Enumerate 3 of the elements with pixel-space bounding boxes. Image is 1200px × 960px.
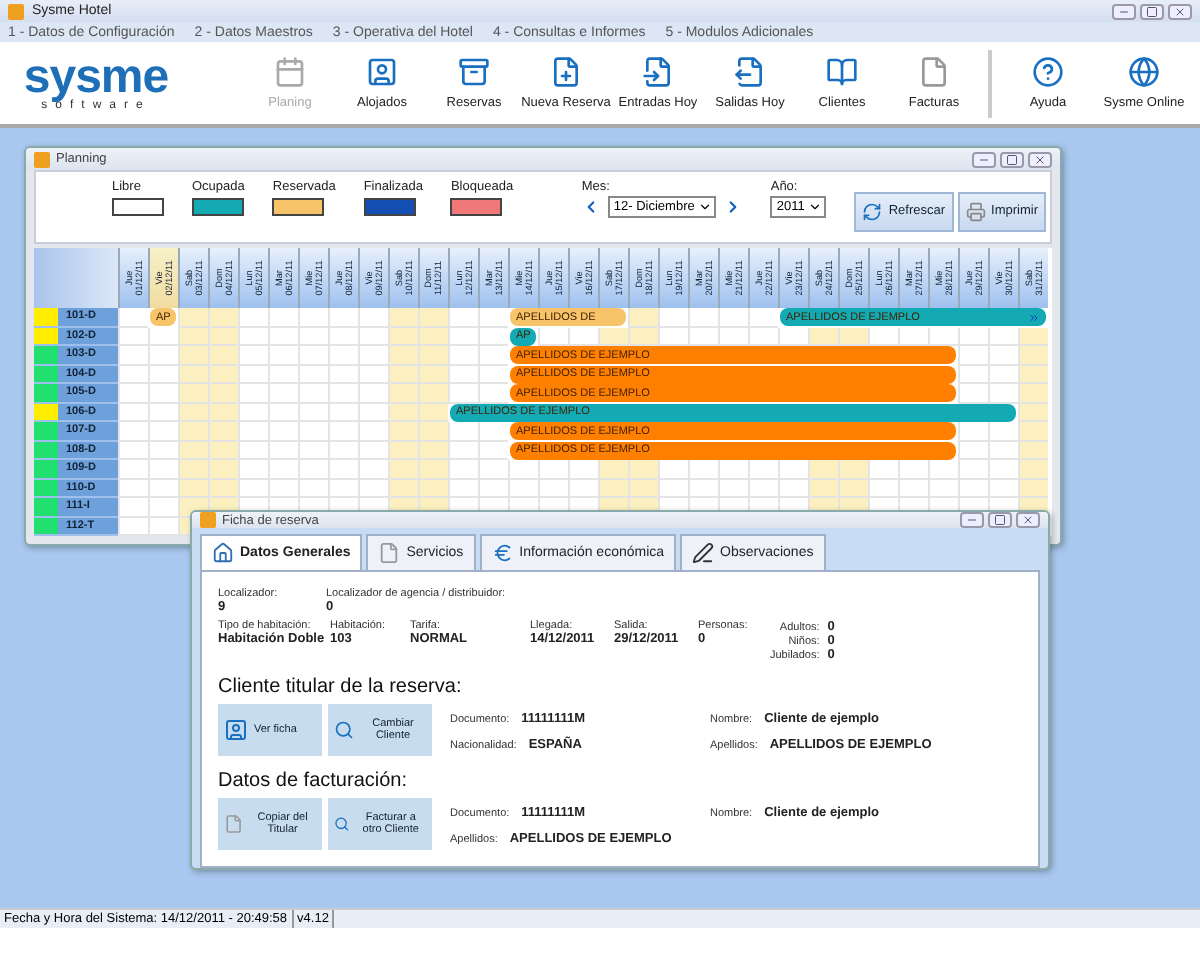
section-title: Cliente titular de la reserva: (218, 676, 464, 698)
logo-text: sysme (23, 55, 169, 99)
section-title: Datos de facturación: (218, 770, 409, 792)
